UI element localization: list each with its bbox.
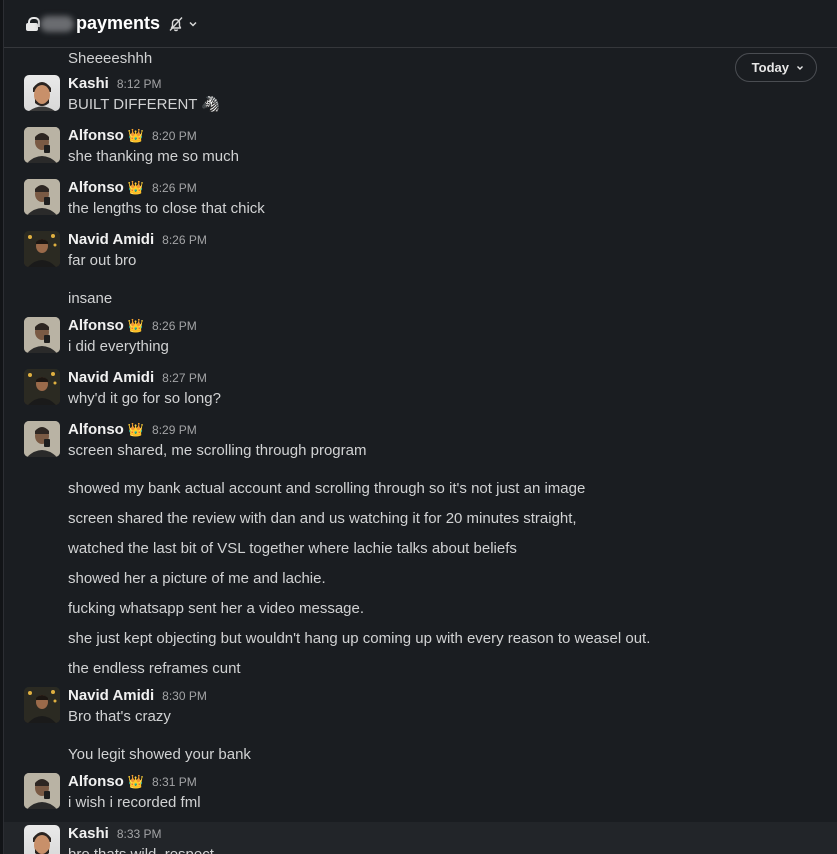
message[interactable]: Navid Amidi 8:30 PM Bro that's crazy xyxy=(4,684,837,736)
avatar[interactable] xyxy=(24,825,60,854)
message[interactable]: Alfonso 👑 8:20 PM she thanking me so muc… xyxy=(4,124,837,176)
message-continuation[interactable]: she just kept objecting but wouldn't han… xyxy=(4,620,837,650)
message-timestamp[interactable]: 8:12 PM xyxy=(117,77,162,91)
message-text: bro thats wild, respect xyxy=(68,844,837,854)
message-author[interactable]: Alfonso xyxy=(68,127,124,144)
message-continuation[interactable]: showed my bank actual account and scroll… xyxy=(4,470,837,500)
chevron-down-icon xyxy=(797,65,803,70)
message[interactable]: Alfonso 👑 8:31 PM i wish i recorded fml xyxy=(4,770,837,822)
message-text: why'd it go for so long? xyxy=(68,390,221,407)
message-text: screen shared, me scrolling through prog… xyxy=(68,442,367,459)
message-timestamp[interactable]: 8:29 PM xyxy=(152,423,197,437)
message-text: watched the last bit of VSL together whe… xyxy=(68,540,517,557)
avatar[interactable] xyxy=(24,179,60,215)
message-author[interactable]: Kashi xyxy=(68,75,109,92)
message[interactable]: Kashi 8:33 PM bro thats wild, respect xyxy=(4,822,837,854)
chevron-down-icon[interactable] xyxy=(188,19,198,29)
message-text: the lengths to close that chick xyxy=(68,200,265,217)
message-list[interactable]: Sheeeeshhh Kashi 8:12 PM BUILT DIFFERENT… xyxy=(4,48,837,854)
message-timestamp[interactable]: 8:26 PM xyxy=(152,319,197,333)
message-timestamp[interactable]: 8:33 PM xyxy=(117,827,162,841)
message-continuation[interactable]: the endless reframes cunt xyxy=(4,650,837,680)
message-author[interactable]: Navid Amidi xyxy=(68,687,154,704)
crown-badge-icon: 👑 xyxy=(127,422,145,437)
channel-name[interactable]: payments xyxy=(76,13,160,34)
message-text: You legit showed your bank xyxy=(68,746,251,763)
message[interactable]: Alfonso 👑 8:26 PM the lengths to close t… xyxy=(4,176,837,228)
avatar[interactable] xyxy=(24,369,60,405)
message-text: fucking whatsapp sent her a video messag… xyxy=(68,600,365,617)
message-timestamp[interactable]: 8:26 PM xyxy=(162,233,207,247)
avatar[interactable] xyxy=(24,317,60,353)
message-continuation[interactable]: watched the last bit of VSL together whe… xyxy=(4,530,837,560)
redacted-channel-prefix xyxy=(40,15,74,32)
message-author[interactable]: Navid Amidi xyxy=(68,369,154,386)
message-continuation[interactable]: You legit showed your bank xyxy=(4,736,837,766)
message-text: showed my bank actual account and scroll… xyxy=(68,480,586,497)
avatar[interactable] xyxy=(24,231,60,267)
message-author[interactable]: Kashi xyxy=(68,825,109,842)
crown-badge-icon: 👑 xyxy=(127,318,145,333)
message-continuation[interactable]: showed her a picture of me and lachie. xyxy=(4,560,837,590)
message[interactable]: Navid Amidi 8:27 PM why'd it go for so l… xyxy=(4,366,837,418)
channel-header: payments xyxy=(4,0,837,48)
message-continuation[interactable]: insane xyxy=(4,280,837,310)
message[interactable]: Alfonso 👑 8:29 PM screen shared, me scro… xyxy=(4,418,837,470)
avatar[interactable] xyxy=(24,75,60,111)
message-timestamp[interactable]: 8:20 PM xyxy=(152,129,197,143)
message[interactable]: Kashi 8:12 PM BUILT DIFFERENT 🦓 xyxy=(4,72,837,124)
crown-badge-icon: 👑 xyxy=(127,774,145,789)
message-timestamp[interactable]: 8:26 PM xyxy=(152,181,197,195)
message-timestamp[interactable]: 8:31 PM xyxy=(152,775,197,789)
message-author[interactable]: Alfonso xyxy=(68,421,124,438)
crown-badge-icon: 👑 xyxy=(127,128,145,143)
message-timestamp[interactable]: 8:30 PM xyxy=(162,689,207,703)
message-text: she just kept objecting but wouldn't han… xyxy=(68,630,651,647)
message-text: insane xyxy=(68,290,113,307)
message-text: i wish i recorded fml xyxy=(68,794,201,811)
message-text: Bro that's crazy xyxy=(68,708,171,725)
message-author[interactable]: Navid Amidi xyxy=(68,231,154,248)
message-continuation[interactable]: Sheeeeshhh xyxy=(4,48,837,72)
message[interactable]: Navid Amidi 8:26 PM far out bro xyxy=(4,228,837,280)
message-text: showed her a picture of me and lachie. xyxy=(68,570,326,587)
message-text: far out bro xyxy=(68,252,137,269)
message-author[interactable]: Alfonso xyxy=(68,773,124,790)
avatar[interactable] xyxy=(24,127,60,163)
message-timestamp[interactable]: 8:27 PM xyxy=(162,371,207,385)
avatar[interactable] xyxy=(24,773,60,809)
message-text: i did everything xyxy=(68,338,169,355)
date-divider-pill[interactable]: Today xyxy=(734,53,817,82)
avatar[interactable] xyxy=(24,421,60,457)
date-pill-label: Today xyxy=(751,60,789,75)
message[interactable]: Alfonso 👑 8:26 PM i did everything xyxy=(4,314,837,366)
bell-off-icon[interactable] xyxy=(168,16,184,32)
message-author[interactable]: Alfonso xyxy=(68,179,124,196)
message-text: Sheeeeshhh xyxy=(68,50,153,67)
message-continuation[interactable]: fucking whatsapp sent her a video messag… xyxy=(4,590,837,620)
message-author[interactable]: Alfonso xyxy=(68,317,124,334)
message-text: BUILT DIFFERENT 🦓 xyxy=(68,96,221,113)
crown-badge-icon: 👑 xyxy=(127,180,145,195)
message-text: the endless reframes cunt xyxy=(68,660,241,677)
message-continuation[interactable]: screen shared the review with dan and us… xyxy=(4,500,837,530)
avatar[interactable] xyxy=(24,687,60,723)
message-text: she thanking me so much xyxy=(68,148,239,165)
lock-icon xyxy=(26,16,40,31)
message-text: screen shared the review with dan and us… xyxy=(68,510,577,527)
